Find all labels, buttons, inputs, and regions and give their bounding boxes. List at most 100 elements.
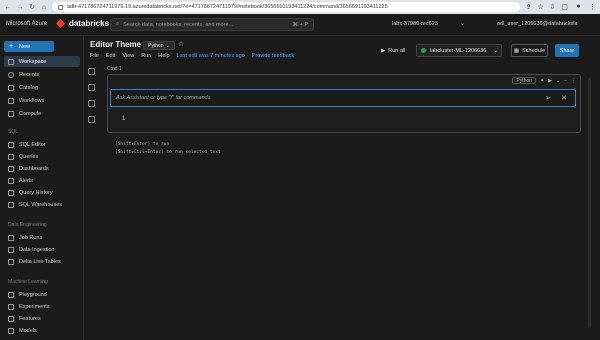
calendar-icon: ▦ xyxy=(513,47,520,54)
provide-feedback-link[interactable]: Provide feedback xyxy=(252,53,295,59)
cell-toolbar: Python ✦ ▶ ⌄ – ⋮ xyxy=(512,77,576,84)
sidebar-item-sql-editor[interactable]: SQL Editor xyxy=(4,139,80,150)
share-button[interactable]: Share xyxy=(555,44,579,57)
chevron-down-icon[interactable]: ⌄ xyxy=(556,78,560,84)
run-all-button[interactable]: ▶ Run all xyxy=(381,45,405,56)
assistant-input[interactable]: Ask Assistant or type "/" for commands ➢… xyxy=(110,89,576,107)
menu-help[interactable]: Help xyxy=(158,53,169,59)
cluster-selector[interactable]: labcluster-ML-1206636 ⌄ xyxy=(416,44,502,57)
azure-brand: Microsoft Azure xyxy=(6,21,48,27)
sidebar-item-job-runs[interactable]: Job Runs xyxy=(4,232,80,243)
logo-text: databricks xyxy=(69,19,110,28)
global-search-input[interactable]: ⌕ Search data, notebooks, recents, and m… xyxy=(110,18,314,31)
chevron-down-icon: ⌄ xyxy=(493,47,498,54)
search-shortcut: ⌘ + P xyxy=(292,21,308,28)
line-number: 1 xyxy=(122,116,126,122)
cell-language-label: Python xyxy=(516,77,532,84)
notebook-title[interactable]: Editor Theme xyxy=(90,40,141,49)
sidebar-item-alerts[interactable]: Alerts xyxy=(4,175,80,186)
last-edit-link[interactable]: Last edit was 7 minutes ago xyxy=(177,53,245,59)
sql-editor-icon xyxy=(8,141,14,148)
extensions-icon[interactable]: ▢ xyxy=(560,2,569,11)
back-icon[interactable]: ← xyxy=(3,2,13,12)
run-cell-icon[interactable]: ▶ xyxy=(548,78,552,84)
experiment-flask-icon[interactable] xyxy=(88,100,95,107)
menu-file[interactable]: File xyxy=(90,53,99,59)
sidebar-item-dashboards[interactable]: Dashboards xyxy=(4,163,80,174)
search-icon: ⌕ xyxy=(116,21,120,27)
language-label: Python xyxy=(148,42,164,49)
sidebar-item-label: SQL Warehouses xyxy=(19,201,63,208)
sidebar-item-label: Alerts xyxy=(19,177,34,184)
catalog-icon xyxy=(8,84,14,91)
notebook-language-selector[interactable]: Python ⌄ xyxy=(143,41,175,50)
address-bar[interactable]: adb-471786724711979.19.azuredatabricks.n… xyxy=(52,2,520,12)
playground-icon xyxy=(8,291,14,298)
databricks-logo[interactable]: databricks xyxy=(56,19,109,28)
sidebar-item-queries[interactable]: Queries xyxy=(4,151,80,162)
forward-icon[interactable]: → xyxy=(15,2,25,12)
sidebar-item-delta-live-tables[interactable]: Delta Live Tables xyxy=(4,256,80,267)
menu-run[interactable]: Run xyxy=(141,53,151,59)
sidebar-item-playground[interactable]: Playground xyxy=(4,289,80,300)
sidebar-item-query-history[interactable]: Query History xyxy=(4,187,80,198)
minimize-icon[interactable]: – xyxy=(564,78,567,84)
home-icon[interactable]: ⌂ xyxy=(39,2,49,12)
sidebar-item-label: Playground xyxy=(19,291,47,298)
new-button[interactable]: + New xyxy=(4,41,54,52)
sidebar-item-compute[interactable]: Compute xyxy=(4,108,80,119)
history-icon[interactable] xyxy=(88,116,95,123)
sidebar-item-label: Query History xyxy=(19,189,53,196)
scrollbar[interactable] xyxy=(588,78,591,328)
bookmark-icon[interactable]: ☆ xyxy=(536,2,545,11)
sidebar-item-data-ingestion[interactable]: Data Ingestion xyxy=(4,244,80,255)
cluster-status-icon xyxy=(421,48,426,53)
sidebar-item-models[interactable]: Models xyxy=(4,325,80,336)
queries-icon xyxy=(8,153,14,160)
share-label: Share xyxy=(559,47,575,54)
more-options-icon[interactable]: ⋮ xyxy=(571,78,576,84)
download-icon[interactable]: ⇩ xyxy=(548,2,557,11)
bell-icon xyxy=(8,177,14,184)
sidebar-item-workspace[interactable]: Workspace xyxy=(4,56,80,67)
profile-avatar[interactable]: ● xyxy=(574,2,583,11)
table-of-contents-icon[interactable] xyxy=(88,68,95,75)
schedule-button[interactable]: ▦ Schedule xyxy=(511,44,548,57)
notebook-menu-bar: File Edit View Run Help Last edit was 7 … xyxy=(90,53,294,59)
user-menu[interactable]: odl_user_1206636@databricksla xyxy=(497,21,578,27)
share-page-icon[interactable]: ⇪ xyxy=(524,2,533,11)
sidebar-item-label: Models xyxy=(19,327,37,334)
sidebar-item-workflows[interactable]: Workflows xyxy=(4,95,80,106)
sidebar-item-label: Catalog xyxy=(19,84,38,91)
reload-icon[interactable]: ↻ xyxy=(27,2,37,12)
send-icon[interactable]: ➢ xyxy=(545,94,551,102)
databricks-mark-icon xyxy=(56,19,65,28)
code-cell[interactable]: Python ✦ ▶ ⌄ – ⋮ Ask Assistant or type "… xyxy=(107,74,581,133)
sidebar-item-label: Experiments xyxy=(19,303,50,310)
close-icon[interactable]: ✕ xyxy=(561,94,567,102)
files-icon[interactable] xyxy=(88,84,95,91)
sidebar-item-label: Queries xyxy=(19,153,39,160)
favorite-star-icon[interactable]: ☆ xyxy=(178,40,184,48)
browser-menu-icon[interactable]: ⋮ xyxy=(588,2,597,11)
cell-label: Cmd 1 xyxy=(107,66,122,72)
cell-language-selector[interactable]: Python xyxy=(512,77,536,84)
sidebar-item-recents[interactable]: Recents xyxy=(4,69,80,80)
workflows-icon xyxy=(8,97,14,104)
sidebar-item-catalog[interactable]: Catalog xyxy=(4,82,80,93)
assistant-icon[interactable]: ✦ xyxy=(540,78,544,84)
sidebar-item-experiments[interactable]: Experiments xyxy=(4,301,80,312)
sidebar-item-label: Delta Live Tables xyxy=(19,258,61,265)
menu-edit[interactable]: Edit xyxy=(106,53,115,59)
sidebar-item-features[interactable]: Features xyxy=(4,313,80,324)
experiments-icon xyxy=(8,303,14,310)
sidebar-item-label: Compute xyxy=(19,110,42,117)
workspace-selector[interactable]: labs-37980-rec623 xyxy=(392,21,438,27)
history-icon xyxy=(8,189,14,196)
run-hint: [Shift+Enter] to run xyxy=(115,142,170,147)
play-icon: ▶ xyxy=(381,47,386,54)
plus-icon: + xyxy=(8,42,14,50)
sidebar-item-sql-warehouses[interactable]: SQL Warehouses xyxy=(4,199,80,210)
delta-icon xyxy=(8,258,14,265)
menu-view[interactable]: View xyxy=(122,53,134,59)
